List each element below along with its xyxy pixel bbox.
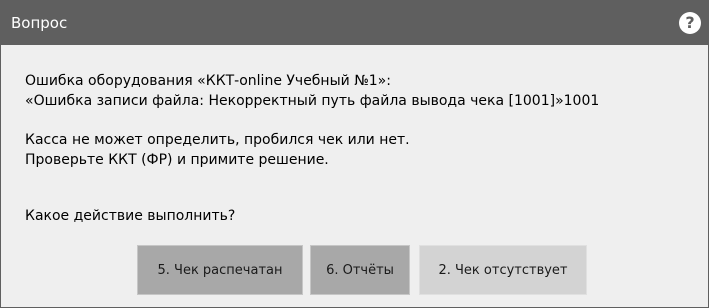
message-line-equipment-error: Ошибка оборудования «ККТ-online Учебный …: [25, 73, 391, 89]
message-line-file-error: «Ошибка записи файла: Некорректный путь …: [25, 93, 600, 109]
title-bar: Вопрос ?: [1, 1, 708, 45]
help-icon[interactable]: ?: [679, 12, 701, 34]
action-question: Какое действие выполнить?: [25, 208, 236, 224]
message-line-cash-uncertain: Касса не может определить, пробился чек …: [25, 132, 410, 148]
dialog-title: Вопрос: [11, 14, 68, 32]
receipt-absent-button[interactable]: 2. Чек отсутствует: [419, 245, 587, 295]
message-text: Ошибка оборудования «ККТ-online Учебный …: [25, 71, 599, 170]
message-line-check-kkt: Проверьте ККТ (ФР) и примите решение.: [25, 152, 329, 168]
reports-button[interactable]: 6. Отчёты: [310, 245, 410, 295]
question-mark-glyph: ?: [685, 13, 695, 32]
receipt-printed-button[interactable]: 5. Чек распечатан: [137, 245, 303, 295]
question-dialog: Вопрос ? Ошибка оборудования «ККТ-online…: [0, 0, 709, 308]
